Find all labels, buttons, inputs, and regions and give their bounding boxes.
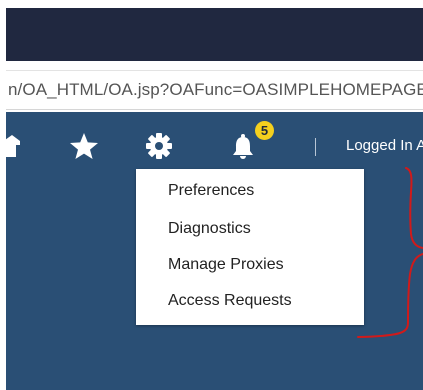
screenshot-frame: n/OA_HTML/OA.jsp?OAFunc=OASIMPLEHOMEPAGE… <box>0 0 423 390</box>
bell-icon[interactable] <box>230 133 256 161</box>
menu-item-preferences[interactable]: Preferences <box>168 181 254 201</box>
browser-title-bar <box>6 8 423 61</box>
menu-item-diagnostics[interactable]: Diagnostics <box>168 219 251 239</box>
address-bar[interactable]: n/OA_HTML/OA.jsp?OAFunc=OASIMPLEHOMEPAGE <box>6 70 423 110</box>
menu-item-access-requests[interactable]: Access Requests <box>168 291 292 311</box>
url-text[interactable]: n/OA_HTML/OA.jsp?OAFunc=OASIMPLEHOMEPAGE <box>8 80 423 100</box>
notification-count-badge[interactable]: 5 <box>255 121 274 140</box>
logged-in-label: Logged In As <box>346 137 423 154</box>
settings-dropdown-menu: Preferences Diagnostics Manage Proxies A… <box>136 169 364 325</box>
annotation-bracket <box>357 167 423 338</box>
gear-icon[interactable] <box>146 133 172 159</box>
menu-item-manage-proxies[interactable]: Manage Proxies <box>168 255 284 275</box>
home-icon[interactable] <box>6 133 20 159</box>
header-divider <box>315 138 316 156</box>
star-icon[interactable] <box>69 132 99 160</box>
